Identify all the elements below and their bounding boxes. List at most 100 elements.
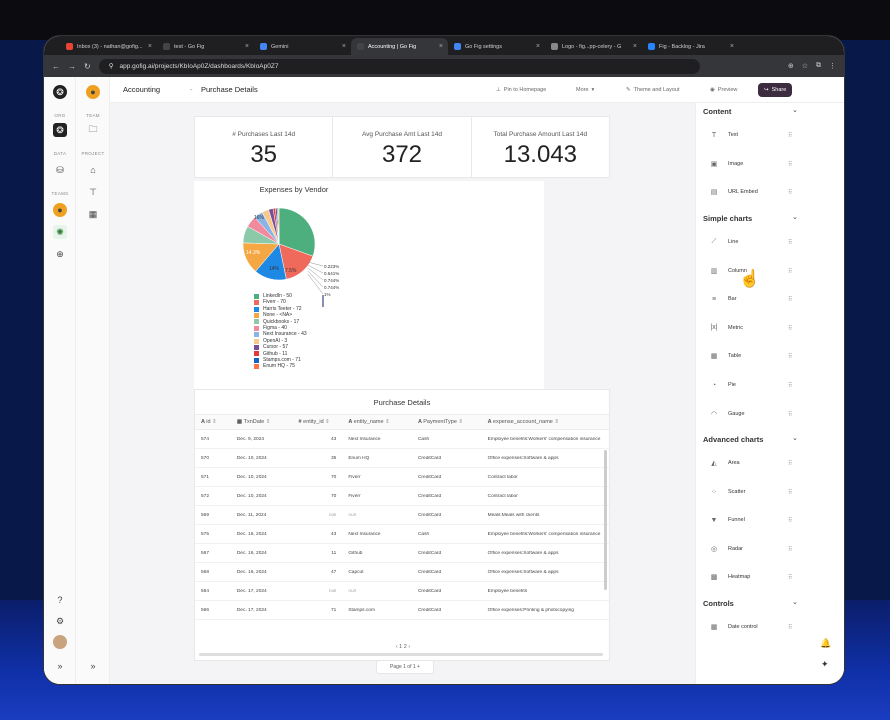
drag-handle-icon[interactable]: ⠿	[788, 382, 792, 389]
hierarchy-icon[interactable]: ⊤	[86, 185, 100, 199]
extensions-icon[interactable]: ⧉	[816, 62, 821, 70]
drag-handle-icon[interactable]: ⠿	[788, 189, 792, 196]
menu-icon[interactable]: ⋮	[829, 62, 836, 70]
share-button[interactable]: ↪ Share	[758, 83, 793, 97]
drag-handle-icon[interactable]: ⠿	[788, 546, 792, 553]
page-indicator[interactable]: Page 1 of 1 +	[376, 660, 434, 674]
drag-handle-icon[interactable]: ⠿	[788, 353, 792, 360]
widget-item-date-control[interactable]: ▦ Date control	[710, 621, 790, 633]
dashboard-title[interactable]: Purchase Details	[201, 85, 258, 94]
drag-handle-icon[interactable]: ⠿	[788, 517, 792, 524]
site-info-icon[interactable]: ⚲	[109, 62, 114, 70]
chevron-down-icon[interactable]: ⌄	[792, 106, 798, 114]
zoom-icon[interactable]: ⊕	[788, 62, 794, 70]
kpi-card[interactable]: Total Purchase Amount Last 14d 13.043	[472, 117, 609, 177]
home-icon[interactable]: ⌂	[86, 163, 100, 177]
browser-tab[interactable]: Accounting | Go Fig ×	[351, 38, 448, 55]
folder-icon[interactable]: 🗀	[86, 123, 100, 137]
project-crumb[interactable]: Accounting	[123, 85, 160, 94]
database-icon[interactable]: ⛁	[53, 163, 67, 177]
sort-icon[interactable]: ⇕	[553, 419, 559, 425]
horizontal-scrollbar[interactable]	[199, 653, 603, 656]
sort-icon[interactable]: ⇕	[324, 419, 330, 425]
widget-item-heatmap[interactable]: ▩ Heatmap	[710, 571, 790, 583]
widget-item-line[interactable]: ⟋ Line	[710, 236, 790, 248]
help-icon[interactable]: ?	[53, 593, 67, 607]
pie-chart-card[interactable]: Expenses by Vendor 16% 14.3% 14% 7.5% 0.223%…	[194, 181, 544, 391]
table-row[interactable]: 567 Dec. 16, 2024 11 Github CreditCard Office…	[195, 544, 609, 563]
drag-handle-icon[interactable]: ⠿	[788, 239, 792, 246]
browser-tab[interactable]: Gemini ×	[254, 38, 351, 55]
sidebar-section-title[interactable]: Advanced charts	[703, 435, 763, 444]
drag-handle-icon[interactable]: ⠿	[788, 411, 792, 418]
close-tab-icon[interactable]: ×	[148, 43, 152, 50]
table-row[interactable]: 569 Dec. 11, 2024 null null CreditCard Meals:…	[195, 506, 609, 525]
more-button[interactable]: More ▾	[570, 83, 600, 97]
drag-handle-icon[interactable]: ⠿	[788, 132, 792, 139]
widget-item-pie[interactable]: ◔ Pie	[710, 379, 790, 391]
column-header[interactable]: ▦ TxnDate ⇕	[231, 419, 293, 425]
bookmark-icon[interactable]: ☆	[802, 62, 808, 70]
collapse-icon[interactable]: »	[86, 659, 100, 673]
widget-item-url-embed[interactable]: ▤ URL Embed	[710, 186, 790, 198]
kpi-card[interactable]: Avg Purchase Amt Last 14d 372	[333, 117, 472, 177]
close-tab-icon[interactable]: ×	[245, 43, 249, 50]
pin-button[interactable]: ⊥ Pin to Homepage	[490, 83, 552, 97]
drag-handle-icon[interactable]: ⠿	[788, 489, 792, 496]
back-icon[interactable]: ←	[52, 62, 60, 71]
widget-item-funnel[interactable]: ▼ Funnel	[710, 514, 790, 526]
close-tab-icon[interactable]: ×	[633, 43, 637, 50]
close-tab-icon[interactable]: ×	[439, 43, 443, 50]
sort-icon[interactable]: ⇕	[264, 419, 271, 425]
team-avatar-icon[interactable]: ●	[53, 203, 67, 217]
reload-icon[interactable]: ↻	[84, 62, 91, 71]
sidebar-section-title[interactable]: Content	[703, 107, 731, 116]
column-header[interactable]: A expense_account_name ⇕	[482, 419, 609, 425]
widget-item-gauge[interactable]: ◠ Gauge	[710, 408, 790, 420]
chevron-down-icon[interactable]: ⌄	[792, 434, 798, 442]
sparkle-icon[interactable]: ✦	[821, 659, 829, 670]
expand-rail-icon[interactable]: »	[53, 659, 67, 673]
browser-tab[interactable]: test - Go Fig ×	[157, 38, 254, 55]
sidebar-section-title[interactable]: Simple charts	[703, 214, 752, 223]
sort-icon[interactable]: ⇕	[384, 419, 390, 425]
table-row[interactable]: 570 Dec. 10, 2024 35 Enum HQ CreditCard Offic…	[195, 449, 609, 468]
table-row[interactable]: 568 Dec. 16, 2024 47 Capcut CreditCard Office…	[195, 563, 609, 582]
close-tab-icon[interactable]: ×	[342, 43, 346, 50]
close-tab-icon[interactable]: ×	[730, 43, 734, 50]
bell-icon[interactable]: 🔔	[820, 638, 831, 649]
settings-icon[interactable]: ⚙	[53, 614, 67, 628]
column-header[interactable]: # entity_id ⇕	[293, 419, 343, 425]
close-tab-icon[interactable]: ×	[536, 43, 540, 50]
drag-handle-icon[interactable]: ⠿	[788, 161, 792, 168]
legend-scrollbar[interactable]	[322, 295, 324, 307]
widget-item-bar[interactable]: ≡ Bar	[710, 293, 790, 305]
app-logo-icon[interactable]: ❂	[53, 85, 67, 99]
team-spark-icon[interactable]: ✺	[53, 225, 67, 239]
widget-item-text[interactable]: T Text	[710, 129, 790, 141]
column-header[interactable]: A PaymentType ⇕	[412, 419, 482, 425]
preview-button[interactable]: ◉ Preview	[704, 83, 743, 97]
kpi-card[interactable]: # Purchases Last 14d 35	[195, 117, 334, 177]
browser-tab[interactable]: Logo - fig...pp-celery - G ×	[545, 38, 642, 55]
drag-handle-icon[interactable]: ⠿	[788, 460, 792, 467]
browser-tab[interactable]: Inbox (3) - nathan@gofig... ×	[60, 38, 157, 55]
table-row[interactable]: 572 Dec. 10, 2024 70 Fiverr CreditCard Contra…	[195, 487, 609, 506]
column-header[interactable]: A id ⇕	[195, 419, 231, 425]
widget-item-table[interactable]: ▦ Table	[710, 350, 790, 362]
url-field[interactable]: ⚲ app.gofig.ai/projects/KbIoAp0Z/dashboa…	[98, 58, 700, 74]
sidebar-section-title[interactable]: Controls	[703, 599, 734, 608]
widget-item-image[interactable]: ▣ Image	[710, 158, 790, 170]
sort-icon[interactable]: ⇕	[211, 419, 217, 425]
legend-item[interactable]: Enum HQ - 75	[254, 363, 307, 369]
table-row[interactable]: 564 Dec. 17, 2024 null null CreditCard Employ…	[195, 582, 609, 601]
user-avatar[interactable]	[53, 635, 67, 649]
table-row[interactable]: 571 Dec. 10, 2024 70 Fiverr CreditCard Contra…	[195, 468, 609, 487]
forward-icon[interactable]: →	[68, 62, 76, 71]
browser-tab[interactable]: Go Fig settings ×	[448, 38, 545, 55]
table-row[interactable]: 566 Dec. 17, 2024 71 Stamps.com CreditCard Of…	[195, 601, 609, 620]
vertical-scrollbar[interactable]	[604, 450, 607, 590]
widget-item-metric[interactable]: |x| Metric	[710, 322, 790, 334]
browser-tab[interactable]: Fig - Backlog - Jira ×	[642, 38, 739, 55]
widget-item-area[interactable]: ◭ Area	[710, 457, 790, 469]
